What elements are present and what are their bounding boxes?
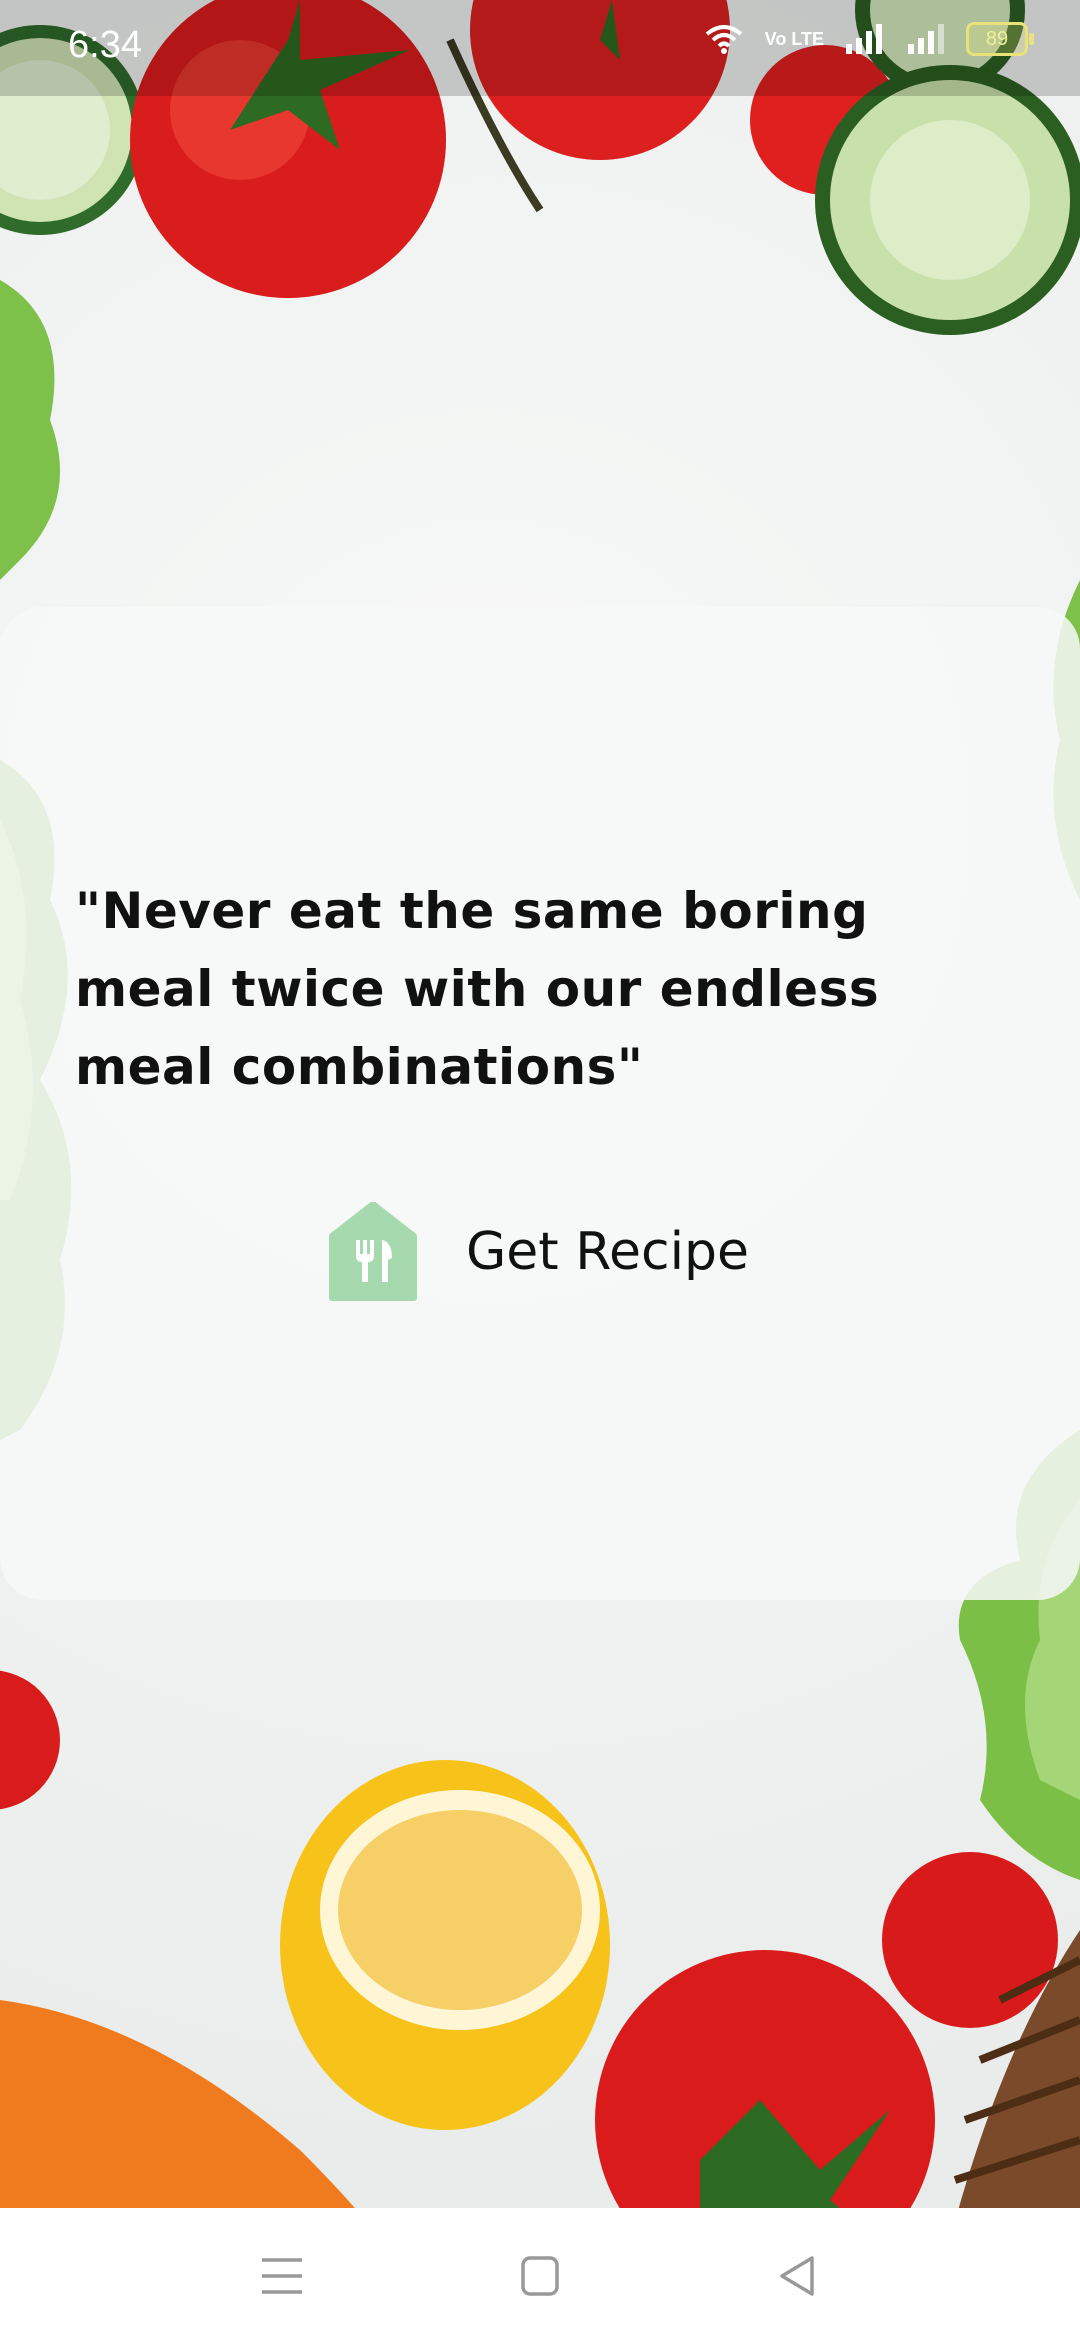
signal-icon-sim2 [908, 24, 944, 54]
navigation-bar [0, 2208, 1080, 2340]
battery-indicator: 89 [966, 22, 1034, 56]
get-recipe-label: Get Recipe [466, 1222, 750, 1282]
signal-icon [846, 24, 882, 54]
status-icons: Vo LTE 89 [705, 22, 1034, 56]
home-icon[interactable] [510, 2252, 570, 2300]
intro-card: "Never eat the same boring meal twice wi… [0, 607, 1080, 1600]
menu-icon[interactable] [252, 2252, 312, 2300]
back-icon[interactable] [768, 2252, 828, 2300]
wifi-icon [705, 25, 742, 54]
tagline-quote: "Never eat the same boring meal twice wi… [75, 882, 880, 1096]
volte-badge: Vo LTE [764, 29, 824, 49]
app-screen: 6:34 Vo LTE 89 "Never eat the same borin… [0, 0, 1080, 2340]
status-bar: 6:34 Vo LTE 89 [0, 0, 1080, 96]
get-recipe-button[interactable]: Get Recipe [328, 1202, 749, 1302]
status-time: 6:34 [68, 24, 142, 66]
restaurant-icon [329, 1202, 417, 1301]
